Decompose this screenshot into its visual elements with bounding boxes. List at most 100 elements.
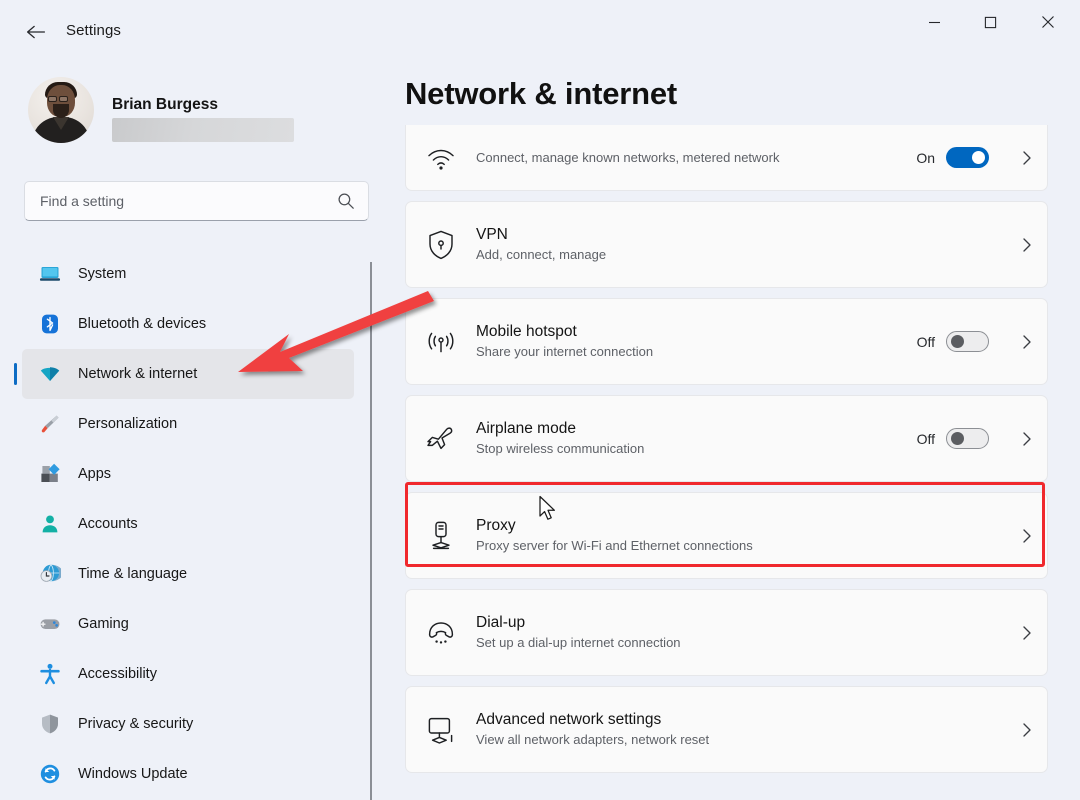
hotspot-tower-icon	[406, 327, 476, 357]
card-state-label: Off	[916, 333, 935, 350]
avatar	[28, 77, 94, 143]
chevron-right-icon[interactable]	[1007, 527, 1047, 545]
chevron-right-icon[interactable]	[1007, 333, 1047, 351]
card-title: Airplane mode	[476, 420, 576, 437]
paintbrush-icon	[33, 413, 67, 435]
network-wifi-icon	[33, 363, 67, 385]
settings-card-connect-manage-known-network[interactable]: Connect, manage known networks, metered …	[405, 125, 1048, 191]
sidebar-item-time-language[interactable]: Time & language	[22, 549, 354, 599]
airplane-icon	[406, 424, 476, 454]
maximize-icon[interactable]	[967, 0, 1013, 44]
card-text: Proxy Proxy server for Wi-Fi and Ethernet…	[476, 517, 1007, 554]
card-state-label: On	[916, 149, 935, 166]
card-title: Dial-up	[476, 614, 526, 631]
profile-email-redaction	[112, 118, 294, 142]
sidebar-item-system[interactable]: System	[22, 249, 354, 299]
search-placeholder-text: Find a setting	[40, 193, 125, 209]
vpn-shield-icon	[406, 229, 476, 261]
card-description: Share your internet connection	[476, 344, 654, 359]
card-title: Mobile hotspot	[476, 323, 577, 340]
update-refresh-icon	[33, 763, 67, 785]
page-title: Network & internet	[405, 76, 677, 111]
card-description: Connect, manage known networks, metered …	[476, 150, 780, 165]
card-title: VPN	[476, 226, 508, 243]
proxy-server-icon	[406, 520, 476, 552]
chevron-right-icon[interactable]	[1007, 624, 1047, 642]
sidebar-item-label: Gaming	[78, 616, 129, 632]
app-title: Settings	[66, 22, 121, 39]
card-description: View all network adapters, network reset	[476, 732, 710, 747]
sidebar-item-accounts[interactable]: Accounts	[22, 499, 354, 549]
card-text: Airplane mode Stop wireless communication	[476, 420, 917, 457]
sidebar-item-label: Time & language	[78, 566, 188, 582]
card-text: Dial-up Set up a dial-up internet connect…	[476, 614, 1007, 651]
settings-card-proxy[interactable]: Proxy Proxy server for Wi-Fi and Ethernet…	[405, 492, 1048, 579]
card-description: Proxy server for Wi-Fi and Ethernet conn…	[476, 538, 753, 553]
sidebar-item-apps[interactable]: Apps	[22, 449, 354, 499]
wifi-icon	[406, 143, 476, 173]
sidebar-item-label: Accounts	[78, 516, 138, 532]
sidebar-scrollbar[interactable]	[370, 262, 372, 800]
minimize-icon[interactable]	[911, 0, 957, 44]
sidebar-item-label: System	[78, 266, 127, 282]
accessibility-person-icon	[33, 663, 67, 685]
card-description: Add, connect, manage	[476, 247, 607, 262]
card-text: Advanced network settings View all networ…	[476, 711, 1007, 748]
sidebar-item-accessibility[interactable]: Accessibility	[22, 649, 354, 699]
close-icon[interactable]	[1025, 0, 1071, 44]
settings-card-advanced-network-settings[interactable]: Advanced network settings View all networ…	[405, 686, 1048, 773]
chevron-right-icon[interactable]	[1007, 149, 1047, 167]
sidebar-item-windows-update[interactable]: Windows Update	[22, 749, 354, 799]
back-arrow-icon[interactable]	[22, 19, 50, 45]
sidebar-item-personalization[interactable]: Personalization	[22, 399, 354, 449]
title-bar: Settings	[0, 0, 1080, 62]
sidebar-nav-list: System Bluetooth & devices Network & int…	[0, 249, 372, 800]
sidebar: Brian Burgess Find a setting System Blue…	[0, 62, 372, 800]
card-title: Proxy	[476, 517, 516, 534]
sidebar-item-label: Personalization	[78, 416, 178, 432]
apps-blocks-icon	[33, 463, 67, 485]
settings-card-airplane-mode[interactable]: Airplane mode Stop wireless communication…	[405, 395, 1048, 482]
main-content: Network & internet Connect, manage known…	[372, 62, 1080, 800]
person-icon	[33, 513, 67, 535]
sidebar-item-network-internet[interactable]: Network & internet	[14, 349, 354, 399]
card-toggle-switch[interactable]	[946, 147, 989, 168]
sidebar-item-gaming[interactable]: Gaming	[22, 599, 354, 649]
sidebar-item-bluetooth-devices[interactable]: Bluetooth & devices	[22, 299, 354, 349]
card-toggle-switch[interactable]	[946, 428, 989, 449]
sidebar-item-label: Accessibility	[78, 666, 157, 682]
settings-card-mobile-hotspot[interactable]: Mobile hotspot Share your internet connec…	[405, 298, 1048, 385]
settings-card-list: Connect, manage known networks, metered …	[405, 125, 1048, 783]
card-description: Stop wireless communication	[476, 441, 645, 456]
shield-icon	[33, 713, 67, 735]
card-state-label: Off	[916, 430, 935, 447]
sidebar-item-label: Privacy & security	[78, 716, 194, 732]
bluetooth-icon	[33, 313, 67, 335]
chevron-right-icon[interactable]	[1007, 236, 1047, 254]
card-description: Set up a dial-up internet connection	[476, 635, 681, 650]
settings-card-dial-up[interactable]: Dial-up Set up a dial-up internet connect…	[405, 589, 1048, 676]
search-input[interactable]: Find a setting	[24, 181, 369, 221]
settings-card-vpn[interactable]: VPN Add, connect, manage	[405, 201, 1048, 288]
system-icon	[33, 263, 67, 285]
card-text: VPN Add, connect, manage	[476, 226, 1007, 263]
sidebar-item-label: Apps	[78, 466, 112, 482]
card-toggle-switch[interactable]	[946, 331, 989, 352]
sidebar-item-label: Windows Update	[78, 766, 188, 782]
sidebar-item-label: Network & internet	[78, 366, 198, 382]
search-icon	[337, 192, 355, 215]
card-text: Mobile hotspot Share your internet connec…	[476, 323, 917, 360]
chevron-right-icon[interactable]	[1007, 430, 1047, 448]
sidebar-item-privacy-security[interactable]: Privacy & security	[22, 699, 354, 749]
chevron-right-icon[interactable]	[1007, 721, 1047, 739]
gamepad-icon	[33, 613, 67, 635]
card-text: Connect, manage known networks, metered …	[476, 149, 916, 166]
dialup-phone-icon	[406, 618, 476, 648]
card-title: Advanced network settings	[476, 711, 662, 728]
user-profile[interactable]: Brian Burgess	[28, 74, 328, 152]
advanced-monitor-icon	[406, 715, 476, 745]
globe-clock-icon	[33, 563, 67, 585]
profile-name: Brian Burgess	[112, 96, 218, 113]
settings-window: Settings Brian Burgess Find a setting Sy…	[0, 0, 1080, 800]
sidebar-item-label: Bluetooth & devices	[78, 316, 207, 332]
